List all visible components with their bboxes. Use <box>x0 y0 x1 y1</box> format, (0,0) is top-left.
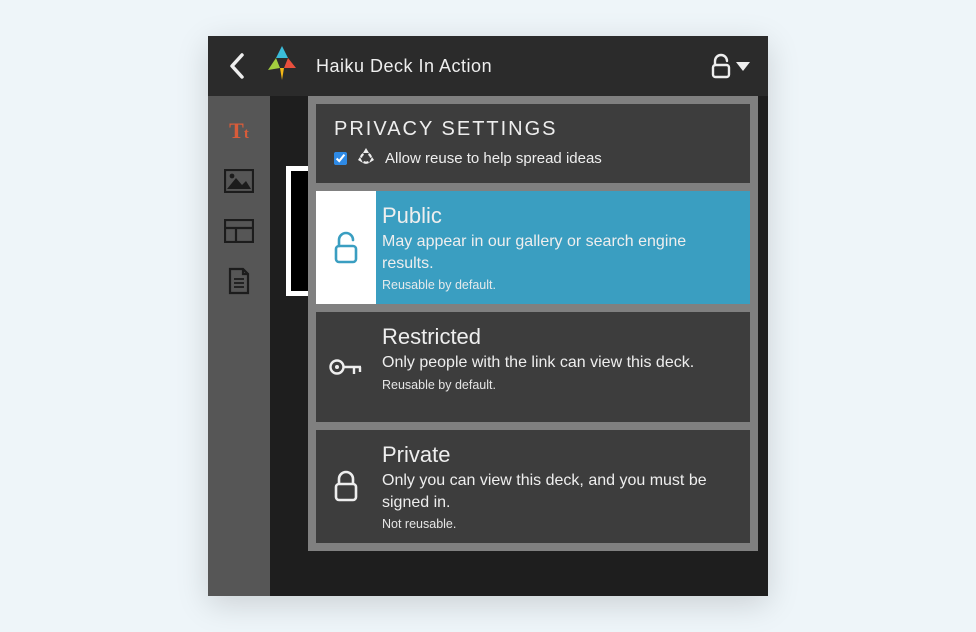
chevron-left-icon <box>228 52 246 80</box>
lock-icon <box>332 470 360 504</box>
privacy-option-restricted[interactable]: Restricted Only people with the link can… <box>316 312 750 422</box>
option-desc: Only you can view this deck, and you mus… <box>382 470 734 513</box>
app-window: Haiku Deck In Action Tt <box>208 36 768 596</box>
recycle-icon <box>355 147 377 169</box>
unlock-icon <box>710 53 732 79</box>
unlock-icon <box>331 230 361 266</box>
option-title: Restricted <box>382 324 694 350</box>
privacy-option-private[interactable]: Private Only you can view this deck, and… <box>316 430 750 543</box>
option-note: Not reusable. <box>382 517 734 531</box>
document-icon <box>226 267 252 295</box>
option-desc: May appear in our gallery or search engi… <box>382 231 734 274</box>
option-title: Public <box>382 203 734 229</box>
allow-reuse-row[interactable]: Allow reuse to help spread ideas <box>334 147 732 169</box>
content-area: PRIVACY SETTINGS <box>270 96 768 596</box>
key-icon <box>328 355 364 379</box>
allow-reuse-label: Allow reuse to help spread ideas <box>385 150 602 167</box>
deck-title: Haiku Deck In Action <box>316 56 492 77</box>
image-icon <box>224 169 254 193</box>
app-logo <box>260 44 304 89</box>
header-bar: Haiku Deck In Action <box>208 36 768 96</box>
option-note: Reusable by default. <box>382 278 734 292</box>
sidebar-notes-tool[interactable] <box>224 266 254 296</box>
privacy-dropdown-toggle[interactable] <box>706 49 754 83</box>
sidebar-image-tool[interactable] <box>224 166 254 196</box>
sidebar-layout-tool[interactable] <box>224 216 254 246</box>
option-title: Private <box>382 442 734 468</box>
sidebar-text-tool[interactable]: Tt <box>224 116 254 146</box>
back-button[interactable] <box>222 48 252 84</box>
privacy-settings-title: PRIVACY SETTINGS <box>334 118 732 141</box>
option-desc: Only people with the link can view this … <box>382 352 694 374</box>
layout-icon <box>224 219 254 243</box>
privacy-dropdown: PRIVACY SETTINGS <box>308 96 758 551</box>
text-icon: Tt <box>229 118 249 144</box>
sidebar: Tt <box>208 96 270 596</box>
privacy-settings-header: PRIVACY SETTINGS <box>316 104 750 183</box>
privacy-option-public[interactable]: Public May appear in our gallery or sear… <box>316 191 750 304</box>
chevron-down-icon <box>736 62 750 71</box>
option-note: Reusable by default. <box>382 378 694 392</box>
allow-reuse-checkbox[interactable] <box>334 152 347 165</box>
app-body: Tt <box>208 96 768 596</box>
